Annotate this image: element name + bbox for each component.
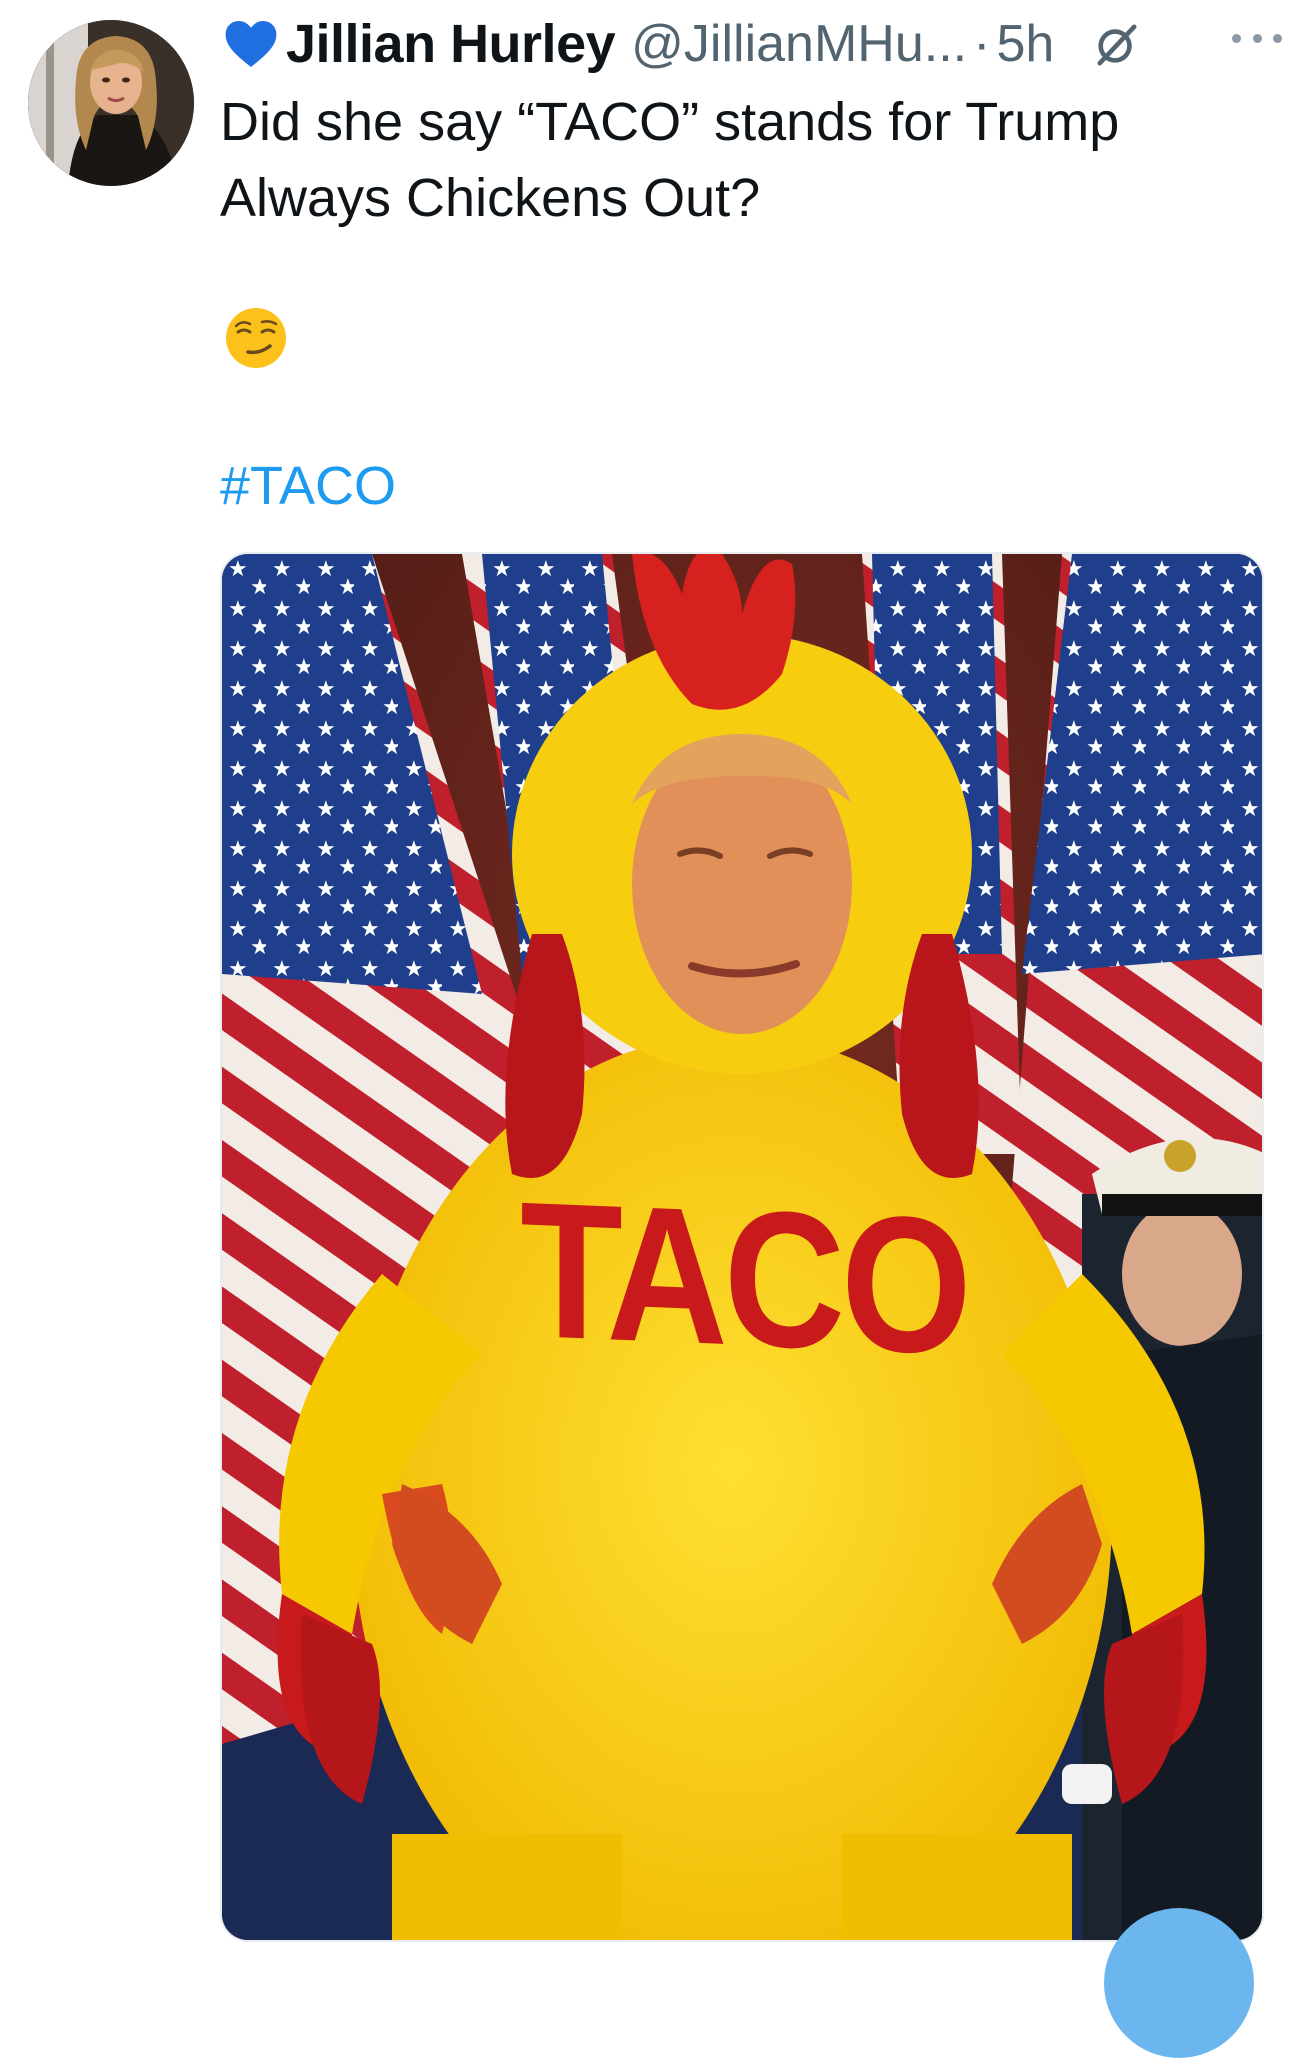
- tweet-timestamp[interactable]: 5h: [996, 14, 1054, 74]
- blue-heart-icon: [225, 21, 277, 67]
- costume-shirt-text: TACO: [520, 1160, 968, 1396]
- tweet-text-line: Always Chickens Out?: [220, 168, 761, 228]
- avatar-image: [28, 20, 194, 186]
- smirking-face-emoji: [226, 308, 286, 368]
- tweet-media-image[interactable]: ★ ★: [220, 552, 1264, 1942]
- tweet-text-line: Did she say “TACO” stands for Trump: [220, 92, 1120, 152]
- hashtag-link[interactable]: #TACO: [220, 448, 396, 524]
- tweet: Jillian Hurley @JillianMHu... · 5h Did s…: [0, 0, 1290, 2058]
- avatar[interactable]: [28, 20, 194, 186]
- separator-dot: ·: [973, 15, 991, 73]
- grok-icon[interactable]: [1094, 21, 1140, 67]
- author-handle[interactable]: @JillianMHu...: [631, 14, 967, 74]
- author-display-name[interactable]: Jillian Hurley: [286, 13, 616, 75]
- more-options-icon[interactable]: [1232, 18, 1282, 58]
- tweet-header: Jillian Hurley @JillianMHu... · 5h: [222, 8, 1272, 80]
- tweet-text: Did she say “TACO” stands for Trump Alwa…: [220, 84, 1260, 236]
- compose-button[interactable]: [1104, 1908, 1254, 2058]
